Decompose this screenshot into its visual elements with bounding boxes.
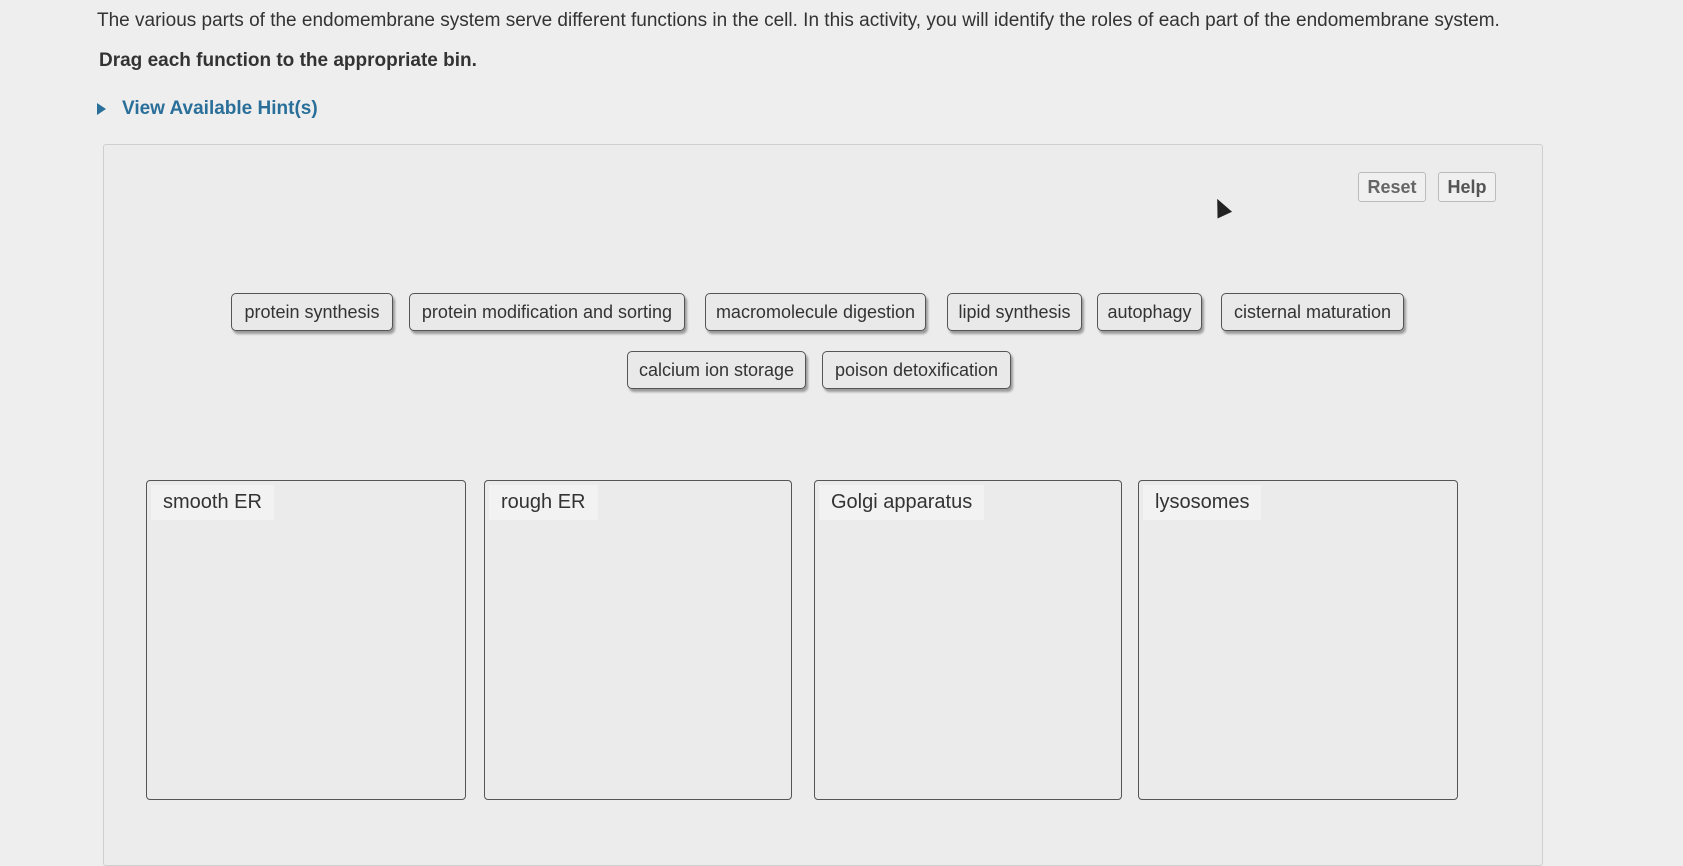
token-protein-synthesis[interactable]: protein synthesis: [231, 293, 393, 331]
bin-rough-er[interactable]: rough ER: [484, 480, 792, 800]
intro-text: The various parts of the endomembrane sy…: [97, 10, 1500, 31]
token-calcium-ion-storage[interactable]: calcium ion storage: [627, 351, 806, 389]
instruction-text: Drag each function to the appropriate bi…: [99, 50, 477, 71]
bin-label: rough ER: [489, 485, 598, 520]
triangle-right-icon: [97, 103, 106, 115]
help-button[interactable]: Help: [1438, 172, 1496, 202]
bin-label: lysosomes: [1143, 485, 1262, 520]
token-poison-detoxification[interactable]: poison detoxification: [822, 351, 1011, 389]
token-protein-modification-sorting[interactable]: protein modification and sorting: [409, 293, 685, 331]
token-autophagy[interactable]: autophagy: [1097, 293, 1202, 331]
bin-golgi-apparatus[interactable]: Golgi apparatus: [814, 480, 1122, 800]
token-cisternal-maturation[interactable]: cisternal maturation: [1221, 293, 1404, 331]
token-macromolecule-digestion[interactable]: macromolecule digestion: [705, 293, 926, 331]
bin-label: smooth ER: [151, 485, 274, 520]
bin-lysosomes[interactable]: lysosomes: [1138, 480, 1458, 800]
reset-button[interactable]: Reset: [1358, 172, 1426, 202]
token-lipid-synthesis[interactable]: lipid synthesis: [947, 293, 1082, 331]
view-hints-link[interactable]: View Available Hint(s): [97, 98, 318, 120]
bin-label: Golgi apparatus: [819, 485, 985, 520]
bin-smooth-er[interactable]: smooth ER: [146, 480, 466, 800]
view-hints-label: View Available Hint(s): [122, 98, 318, 119]
